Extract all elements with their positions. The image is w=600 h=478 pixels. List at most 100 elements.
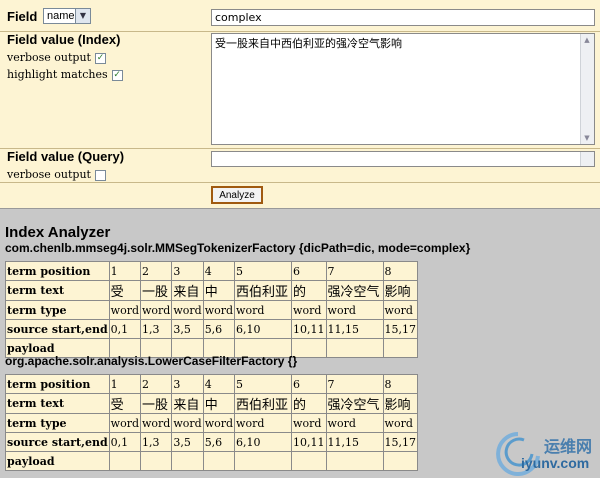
table-cell: 5	[234, 374, 293, 394]
table-cell	[202, 451, 236, 471]
table-cell: 7	[325, 261, 384, 281]
row-label: source start,end	[5, 432, 110, 452]
query-verbose-checkbox[interactable]	[94, 169, 106, 181]
analyze-button[interactable]: Analyze	[211, 186, 263, 204]
table-cell: 8	[382, 261, 419, 281]
table-cell: 10,11	[291, 319, 327, 339]
table-cell: 1	[108, 261, 142, 281]
table-cell: 1,3	[139, 319, 173, 339]
index-verbose-label: verbose output	[7, 51, 91, 64]
table-cell: word	[171, 413, 204, 433]
row-label: term type	[5, 413, 110, 433]
field-name-value: complex	[215, 11, 262, 24]
table-row-term-text: term text 受一股 来自中西伯利亚的强冷空气 影响	[5, 393, 419, 414]
index-highlight-checkbox[interactable]: ✓	[111, 69, 123, 81]
table-cell	[139, 451, 173, 471]
table-cell: 西伯利亚	[234, 393, 293, 414]
table-cell: 3,5	[171, 432, 204, 452]
table-cell: word	[139, 413, 173, 433]
table-cell: word	[108, 300, 142, 320]
table-cell: word	[325, 300, 384, 320]
table-cell: word	[382, 413, 419, 433]
table-cell: 6	[291, 374, 327, 394]
table-cell: 6,10	[234, 432, 293, 452]
table-cell: 的	[291, 280, 327, 301]
table-cell: 7	[325, 374, 384, 394]
table-row-source-start-end: source start,end 0,1 1,3 3,5 5,6 6,10 10,11 11,…	[5, 432, 419, 452]
table-row-payload: payload	[5, 451, 419, 471]
watermark-url: iyunv.com	[521, 455, 590, 471]
field-row: Field name ▼ complex	[0, 0, 600, 32]
table-cell: 11,15	[325, 432, 384, 452]
table-cell: 15,17	[382, 432, 419, 452]
tokenizer-table: term position 1 2 3 4 5 6 7 8 term text 受一股 来自中西伯利亚…	[5, 261, 419, 358]
index-value-label: Field value (Index)	[7, 32, 121, 47]
table-cell: word	[108, 413, 142, 433]
table-row-term-position: term position 1 2 3 4 5 6 7 8	[5, 261, 419, 281]
index-value-text: 受一股来自中西伯利亚的强冷空气影响	[215, 37, 402, 50]
table-cell: 一股	[139, 280, 173, 301]
watermark-cn: 运维网	[544, 437, 593, 456]
chevron-down-icon[interactable]: ▼	[75, 9, 90, 23]
table-cell: 6,10	[234, 319, 293, 339]
index-scrollbar[interactable]: ▲ ▼	[580, 34, 594, 144]
query-value-label: Field value (Query)	[7, 149, 125, 164]
table-cell: word	[202, 413, 236, 433]
table-cell: 15,17	[382, 319, 419, 339]
scroll-up-icon[interactable]: ▲	[581, 34, 593, 46]
table-cell: 5	[234, 261, 293, 281]
query-verbose-label: verbose output	[7, 168, 91, 181]
table-cell: word	[291, 413, 327, 433]
row-label: term position	[5, 261, 110, 281]
field-name-input[interactable]: complex	[211, 9, 595, 26]
filter-heading: org.apache.solr.analysis.LowerCaseFilter…	[5, 354, 298, 368]
table-cell: word	[171, 300, 204, 320]
analyzer-title: Index Analyzer	[5, 224, 111, 241]
query-value-textarea[interactable]	[211, 151, 595, 167]
query-scrollbar[interactable]	[580, 152, 594, 166]
table-cell: word	[234, 413, 293, 433]
table-cell	[291, 451, 327, 471]
table-cell: 1,3	[139, 432, 173, 452]
tokenizer-heading: com.chenlb.mmseg4j.solr.MMSegTokenizerFa…	[5, 241, 471, 255]
analysis-form: Field name ▼ complex Field value (Index)…	[0, 0, 600, 209]
table-row-source-start-end: source start,end 0,1 1,3 3,5 5,6 6,10 10,11 11,…	[5, 319, 419, 339]
row-label: payload	[5, 451, 110, 471]
table-cell: 10,11	[291, 432, 327, 452]
index-verbose-checkbox[interactable]: ✓	[94, 52, 106, 64]
table-row-term-type: term type word word word word word word word wor…	[5, 413, 419, 433]
scroll-down-icon[interactable]: ▼	[581, 132, 593, 144]
table-cell: 5,6	[202, 319, 236, 339]
table-cell: 来自	[171, 393, 204, 414]
table-cell: 11,15	[325, 319, 384, 339]
table-cell: 3,5	[171, 319, 204, 339]
table-cell	[382, 338, 419, 358]
table-cell: 8	[382, 374, 419, 394]
table-cell: word	[382, 300, 419, 320]
table-cell: 影响	[382, 280, 419, 301]
table-cell: 受	[108, 280, 142, 301]
table-cell: word	[202, 300, 236, 320]
index-value-textarea[interactable]: 受一股来自中西伯利亚的强冷空气影响 ▲ ▼	[211, 33, 595, 145]
table-cell	[171, 451, 204, 471]
table-cell: 影响	[382, 393, 419, 414]
table-cell: word	[234, 300, 293, 320]
field-type-value: name	[47, 10, 75, 22]
field-type-select[interactable]: name ▼	[43, 8, 91, 24]
table-cell: 0,1	[108, 319, 142, 339]
table-cell: 强冷空气	[325, 393, 384, 414]
table-cell: word	[325, 413, 384, 433]
table-cell: 的	[291, 393, 327, 414]
row-label: term text	[5, 393, 110, 414]
table-cell: 4	[202, 374, 236, 394]
filter-table: term position 1 2 3 4 5 6 7 8 term text 受一股 来自中西伯利亚…	[5, 374, 419, 471]
table-cell: 西伯利亚	[234, 280, 293, 301]
row-label: term position	[5, 374, 110, 394]
table-cell: 2	[139, 261, 173, 281]
table-cell	[234, 451, 293, 471]
table-cell: 5,6	[202, 432, 236, 452]
table-cell: 一股	[139, 393, 173, 414]
table-cell: 2	[139, 374, 173, 394]
table-cell	[325, 451, 384, 471]
table-cell: 受	[108, 393, 142, 414]
